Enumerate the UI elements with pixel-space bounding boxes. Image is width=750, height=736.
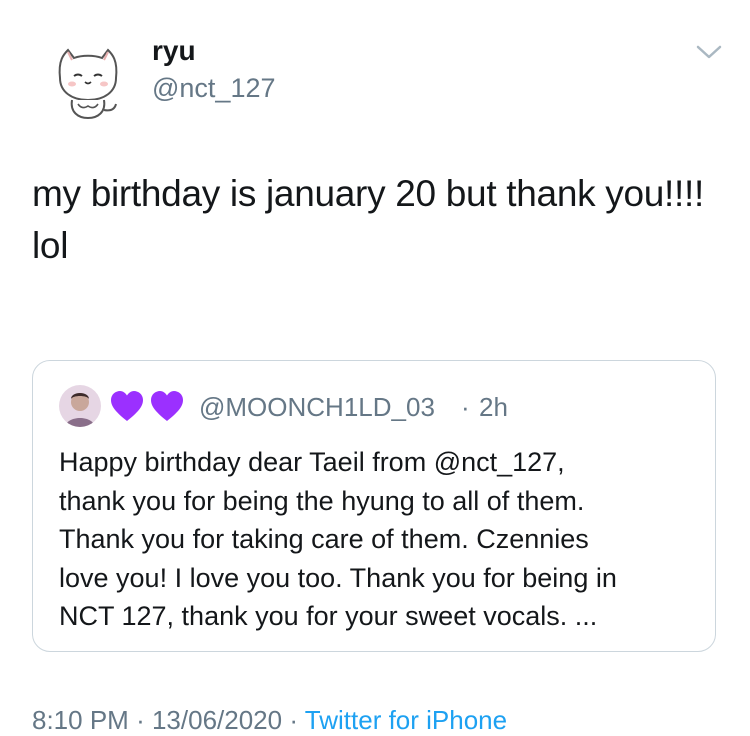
author-avatar[interactable]: ,,	[42, 30, 134, 122]
purple-heart-icon	[111, 391, 143, 421]
author-handle[interactable]: @nct_127	[152, 72, 276, 104]
person-photo-icon	[59, 385, 101, 427]
tweet-source-link[interactable]: Twitter for iPhone	[305, 705, 507, 735]
footer-separator: ·	[289, 705, 299, 735]
quoted-author-avatar	[59, 385, 101, 427]
tweet-time[interactable]: 8:10 PM	[32, 705, 129, 735]
tweet-date[interactable]: 13/06/2020	[152, 705, 282, 735]
quoted-tweet-card[interactable]: @MOONCH1LD_03 · 2h Happy birthday dear T…	[32, 360, 716, 652]
footer-separator: ·	[136, 705, 145, 735]
svg-text:,,: ,,	[118, 110, 122, 118]
quoted-author-handle[interactable]: @MOONCH1LD_03	[199, 391, 435, 423]
tweet-footer: 8:10 PM · 13/06/2020 · Twitter for iPhon…	[32, 704, 507, 736]
quoted-separator: ·	[461, 392, 470, 422]
white-cat-avatar-icon: ,,	[42, 30, 134, 122]
quoted-timestamp[interactable]: 2h	[479, 391, 508, 423]
tweet-text: my birthday is january 20 but thank you!…	[32, 173, 704, 266]
chevron-down-icon[interactable]	[694, 42, 724, 62]
quoted-tweet-text: Happy birthday dear Taeil from @nct_127,…	[59, 447, 617, 631]
purple-heart-icon	[151, 391, 183, 421]
author-display-name[interactable]: ryu	[152, 34, 196, 68]
